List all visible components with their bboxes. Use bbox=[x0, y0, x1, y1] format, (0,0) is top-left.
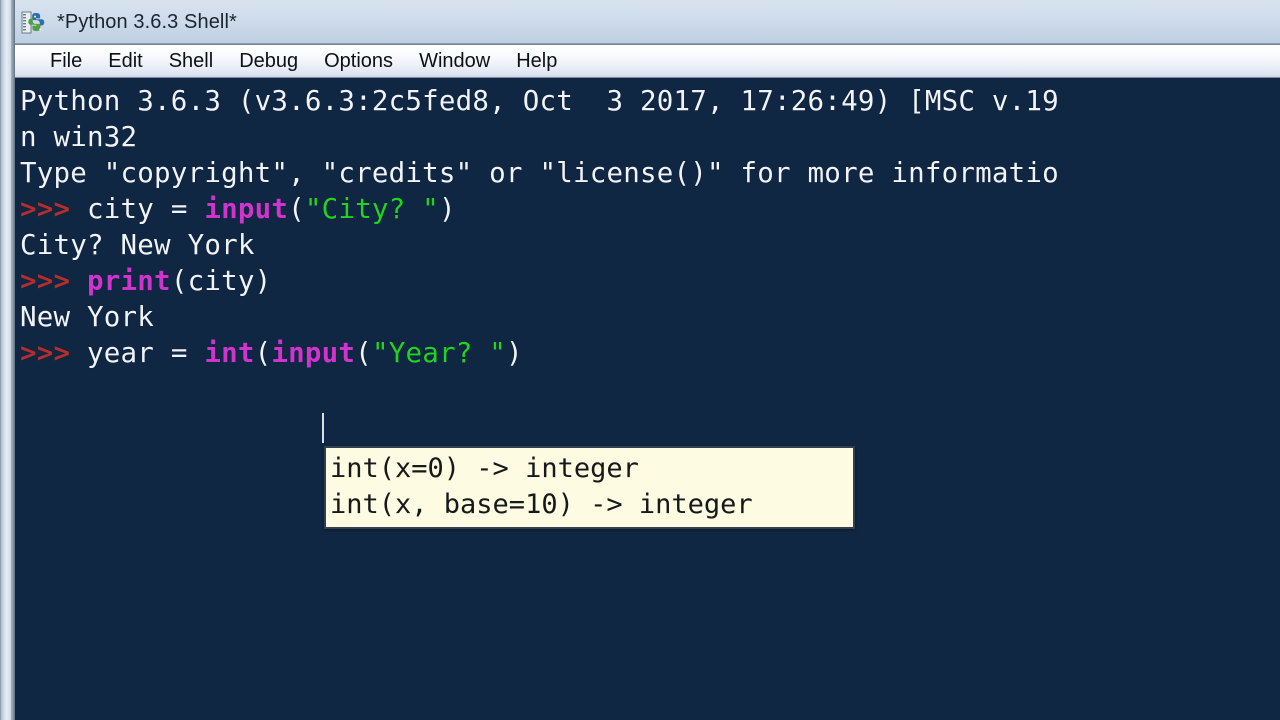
console-token-prompt: >>> bbox=[20, 265, 88, 297]
titlebar[interactable]: *Python 3.6.3 Shell* bbox=[15, 0, 1280, 45]
console-token-prompt: >>> bbox=[20, 193, 88, 225]
console-token-output: Type "copyright", "credits" or "license(… bbox=[20, 157, 1059, 189]
console-token-punct: ) bbox=[506, 337, 523, 369]
shell-console[interactable]: Python 3.6.3 (v3.6.3:2c5fed8, Oct 3 2017… bbox=[15, 78, 1280, 720]
menu-item-help[interactable]: Help bbox=[503, 46, 570, 76]
console-line-print-city-statement: >>> print(city) bbox=[20, 263, 1280, 299]
menu-item-file[interactable]: File bbox=[37, 46, 95, 76]
menu-item-shell[interactable]: Shell bbox=[156, 46, 226, 76]
menu-item-debug[interactable]: Debug bbox=[226, 46, 311, 76]
console-line-input-year-statement: >>> year = int(input("Year? ") bbox=[20, 335, 1280, 371]
calltip-line-1: int(x=0) -> integer bbox=[330, 453, 639, 484]
console-line-banner-line-1: Python 3.6.3 (v3.6.3:2c5fed8, Oct 3 2017… bbox=[20, 83, 1280, 119]
calltip-tooltip: int(x=0) -> integer int(x, base=10) -> in… bbox=[324, 446, 855, 529]
console-token-punct: ) bbox=[438, 193, 456, 225]
text-caret bbox=[322, 413, 324, 443]
console-token-name: city = bbox=[87, 193, 205, 225]
menu-item-edit[interactable]: Edit bbox=[95, 46, 155, 76]
menubar: File Edit Shell Debug Options Window Hel… bbox=[15, 45, 1280, 78]
calltip-line-2: int(x, base=10) -> integer bbox=[330, 489, 753, 520]
console-line-banner-line-3: Type "copyright", "credits" or "license(… bbox=[20, 155, 1280, 191]
console-line-banner-line-2: n win32 bbox=[20, 119, 1280, 155]
console-token-punct: ( bbox=[355, 337, 372, 369]
console-token-string: "Year? " bbox=[371, 337, 506, 369]
console-text[interactable]: Python 3.6.3 (v3.6.3:2c5fed8, Oct 3 2017… bbox=[20, 83, 1280, 371]
console-token-punct: ( bbox=[288, 193, 305, 225]
console-token-builtin: int bbox=[204, 337, 255, 369]
console-token-builtin: input bbox=[204, 193, 289, 225]
console-token-name: year = bbox=[87, 337, 205, 369]
console-line-input-city-echo: City? New York bbox=[20, 227, 1280, 263]
console-token-output: Python 3.6.3 (v3.6.3:2c5fed8, Oct 3 2017… bbox=[20, 85, 1059, 117]
window-title: *Python 3.6.3 Shell* bbox=[57, 11, 237, 33]
menu-item-options[interactable]: Options bbox=[311, 46, 406, 76]
console-token-punct: (city) bbox=[170, 265, 272, 297]
console-token-output: City? New York bbox=[20, 229, 255, 261]
console-token-builtin: input bbox=[271, 337, 356, 369]
console-token-output: n win32 bbox=[20, 121, 138, 153]
console-token-punct: ( bbox=[254, 337, 272, 369]
idle-shell-window: *Python 3.6.3 Shell* File Edit Shell Deb… bbox=[0, 0, 1280, 720]
console-token-prompt: >>> bbox=[20, 337, 88, 369]
window-frame-left-border bbox=[0, 0, 15, 720]
console-token-output: New York bbox=[20, 301, 155, 333]
screen: *Python 3.6.3 Shell* File Edit Shell Deb… bbox=[0, 0, 1280, 720]
console-line-input-city-statement: >>> city = input("City? ") bbox=[20, 191, 1280, 227]
console-token-builtin: print bbox=[87, 265, 171, 297]
console-line-print-city-output: New York bbox=[20, 299, 1280, 335]
python-idle-icon bbox=[21, 10, 47, 36]
menu-item-window[interactable]: Window bbox=[406, 46, 503, 76]
console-token-string: "City? " bbox=[304, 193, 439, 225]
